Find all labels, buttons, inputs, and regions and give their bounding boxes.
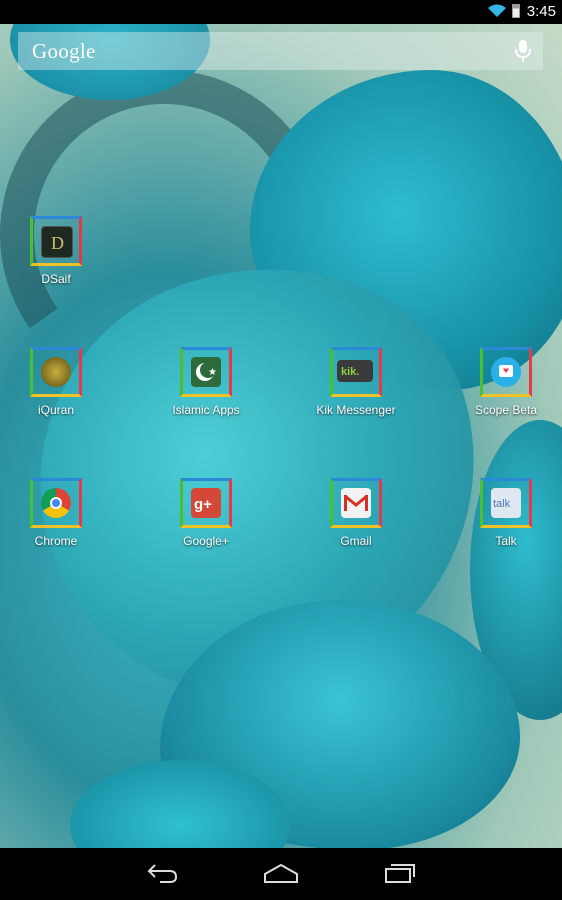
app-label: iQuran [37, 403, 75, 417]
chrome-icon [41, 488, 71, 518]
app-gmail[interactable]: Gmail [296, 478, 416, 548]
status-bar: 3:45 [0, 0, 562, 24]
gmail-icon [341, 488, 371, 518]
battery-icon [512, 4, 520, 18]
app-label: Talk [495, 534, 517, 548]
recents-icon[interactable] [384, 862, 416, 884]
svg-text:g+: g+ [194, 496, 212, 513]
home-icon[interactable] [263, 862, 299, 884]
scope-icon [491, 357, 521, 387]
home-screen: 3:45 Google D DSaif iQuran ★ Islamic App… [0, 0, 562, 900]
app-chrome[interactable]: Chrome [0, 478, 116, 548]
app-frame [30, 478, 82, 528]
app-frame [30, 347, 82, 397]
navigation-bar [0, 848, 562, 900]
google-search-bar[interactable]: Google [18, 32, 543, 70]
app-label: Chrome [34, 534, 78, 548]
app-frame: D [30, 216, 82, 266]
app-label: Gmail [340, 534, 372, 548]
app-islamic-apps[interactable]: ★ Islamic Apps [146, 347, 266, 417]
back-icon[interactable] [146, 862, 178, 884]
svg-text:D: D [51, 233, 64, 253]
google-plus-icon: g+ [191, 488, 221, 518]
app-google-plus[interactable]: g+ Google+ [146, 478, 266, 548]
app-frame: kik. [330, 347, 382, 397]
svg-text:talk: talk [493, 498, 511, 510]
google-logo[interactable]: Google [32, 39, 96, 64]
app-kik-messenger[interactable]: kik. Kik Messenger [296, 347, 416, 417]
app-frame [480, 347, 532, 397]
talk-icon: talk [491, 488, 521, 518]
app-label: DSaif [41, 272, 71, 286]
app-scope-beta[interactable]: Scope Beta [446, 347, 562, 417]
app-label: Scope Beta [474, 403, 538, 417]
svg-text:★: ★ [208, 367, 217, 378]
dsaif-icon: D [41, 226, 73, 258]
svg-text:kik.: kik. [341, 366, 359, 378]
app-frame: g+ [180, 478, 232, 528]
app-label: Islamic Apps [172, 403, 240, 417]
status-time: 3:45 [526, 3, 556, 20]
app-dsaif[interactable]: D DSaif [0, 216, 116, 286]
islamic-apps-icon: ★ [191, 357, 221, 387]
app-label: Google+ [183, 534, 229, 548]
iquran-icon [41, 357, 71, 387]
app-frame [330, 478, 382, 528]
app-talk[interactable]: talk Talk [446, 478, 562, 548]
app-iquran[interactable]: iQuran [0, 347, 116, 417]
mic-icon[interactable] [515, 39, 531, 63]
app-frame: talk [480, 478, 532, 528]
app-label: Kik Messenger [316, 403, 396, 417]
wifi-icon [488, 4, 506, 17]
app-frame: ★ [180, 347, 232, 397]
kik-icon: kik. [337, 360, 373, 382]
